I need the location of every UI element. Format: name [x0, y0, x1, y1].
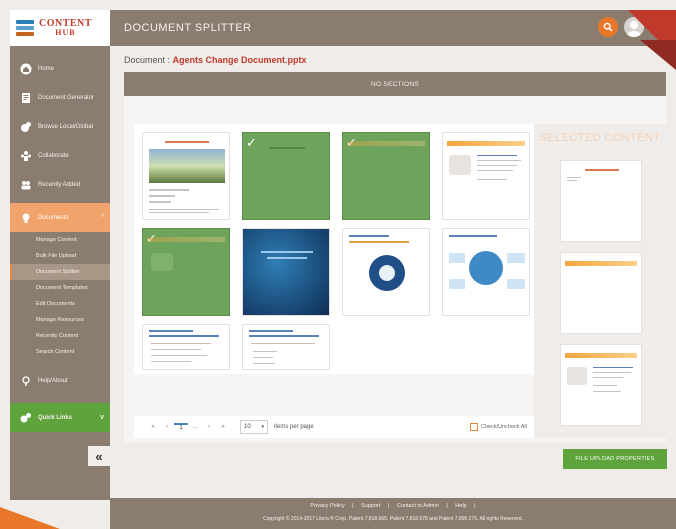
- chevron-down-icon: ▾: [261, 424, 264, 430]
- sidebar-item-help[interactable]: Help/About: [10, 366, 110, 395]
- slides-grid: ✓ ✓ ✓: [134, 124, 534, 374]
- document-icon: [20, 92, 32, 104]
- document-prefix: Document :: [124, 55, 171, 65]
- footer-separator: |: [474, 503, 476, 509]
- first-page-button[interactable]: «: [146, 424, 160, 430]
- selected-content-panel: SELECTED CONTENT: [534, 124, 666, 438]
- top-bar: DOCUMENT SPLITTER: [110, 10, 676, 70]
- sidebar-item-recently-added[interactable]: Recently Added: [10, 170, 110, 199]
- people-icon: [20, 150, 32, 162]
- slide-thumbnail[interactable]: [242, 324, 330, 370]
- support-link[interactable]: Support: [361, 503, 380, 509]
- page-title: DOCUMENT SPLITTER: [124, 22, 252, 34]
- sidebar-item-label: Help/About: [38, 377, 68, 384]
- page-ellipsis: ...: [192, 424, 198, 430]
- sidebar-item-label: Browse Local/Global: [38, 123, 94, 130]
- help-icon: [20, 375, 32, 387]
- splitter-panel: ✓ ✓ ✓ « ‹ 1 ... › » 10 ▾ items per page …: [124, 96, 666, 442]
- prev-page-button[interactable]: ‹: [160, 424, 174, 430]
- submenu-item[interactable]: Search Content: [10, 344, 110, 360]
- slide-thumbnail[interactable]: [142, 132, 230, 220]
- chevron-up-icon: ^: [100, 214, 104, 221]
- next-page-button[interactable]: ›: [202, 424, 216, 430]
- document-line: Document : Agents Change Document.pptx: [124, 55, 307, 65]
- checkbox[interactable]: [470, 423, 478, 431]
- sidebar-item-label: Recently Added: [38, 181, 81, 188]
- sidebar-item-label: Documents: [38, 214, 69, 221]
- per-page-select[interactable]: 10 ▾: [240, 420, 268, 434]
- chevron-down-icon: v: [100, 414, 104, 421]
- file-upload-properties-button[interactable]: FILE UPLOAD PROPERTIES: [563, 449, 667, 469]
- submenu-item[interactable]: Manage Content: [10, 232, 110, 248]
- sections-bar: NO SECTIONS: [124, 72, 666, 96]
- sidebar-item-label: Quick Links: [38, 414, 73, 421]
- sidebar-item-label: Collaborate: [38, 152, 69, 159]
- home-icon: [20, 63, 32, 75]
- sidebar-item-label: Document Generator: [38, 94, 95, 101]
- slide-thumbnail[interactable]: [142, 324, 230, 370]
- slide-thumbnail-selected[interactable]: ✓: [242, 132, 330, 220]
- document-name: Agents Change Document.pptx: [172, 55, 307, 65]
- globe-icon: [20, 121, 32, 133]
- submenu-item[interactable]: Document Templates: [10, 280, 110, 296]
- selected-slide[interactable]: [560, 160, 642, 242]
- slide-thumbnail-selected[interactable]: ✓: [342, 132, 430, 220]
- sidebar-item-documents[interactable]: Documents ^: [10, 203, 110, 232]
- check-all-toggle[interactable]: Check/Uncheck All: [470, 423, 527, 431]
- sidebar-nav: Home Document Generator Browse Local/Glo…: [10, 54, 110, 232]
- check-all-label: Check/Uncheck All: [481, 424, 527, 430]
- submenu-item-current[interactable]: Document Splitter: [10, 264, 110, 280]
- slide-thumbnail[interactable]: [442, 228, 530, 316]
- logo-mark-icon: [16, 19, 34, 37]
- sidebar: CONTENT HUB Home Document Generator Brow…: [10, 10, 110, 500]
- footer-separator: |: [352, 503, 354, 509]
- sidebar-item-quick-links[interactable]: Quick Links v: [10, 403, 110, 432]
- logo-line2: HUB: [55, 28, 76, 37]
- documents-submenu: Manage Content Bulk File Upload Document…: [10, 232, 110, 360]
- selected-slide[interactable]: [560, 252, 642, 334]
- submenu-item[interactable]: Recently Content: [10, 328, 110, 344]
- selected-content-title: SELECTED CONTENT: [539, 132, 661, 144]
- group-icon: [20, 179, 32, 191]
- submenu-item[interactable]: Manage Resources: [10, 312, 110, 328]
- footer-separator: |: [446, 503, 448, 509]
- per-page-value: 10: [244, 424, 251, 430]
- contact-admin-link[interactable]: Contact to Admin: [397, 503, 439, 509]
- footer-separator: |: [387, 503, 390, 509]
- slide-thumbnail[interactable]: [442, 132, 530, 220]
- sidebar-item-browse[interactable]: Browse Local/Global: [10, 112, 110, 141]
- selected-slide[interactable]: [560, 344, 642, 426]
- slide-thumbnail[interactable]: [342, 228, 430, 316]
- submenu-item[interactable]: Bulk File Upload: [10, 248, 110, 264]
- logo[interactable]: CONTENT HUB: [10, 10, 110, 46]
- search-icon: [603, 22, 613, 32]
- search-button[interactable]: [598, 17, 618, 37]
- page-button-current[interactable]: 1: [174, 423, 188, 431]
- submenu-item[interactable]: Edit Documents: [10, 296, 110, 312]
- footer-links: Privacy Policy | Support | Contact to Ad…: [110, 503, 676, 509]
- sidebar-item-home[interactable]: Home: [10, 54, 110, 83]
- sidebar-collapse-button[interactable]: «: [88, 446, 110, 466]
- slide-thumbnail[interactable]: [242, 228, 330, 316]
- lightbulb-icon: [20, 212, 32, 224]
- footer: Privacy Policy | Support | Contact to Ad…: [110, 498, 676, 529]
- links-icon: [20, 412, 32, 424]
- check-icon: ✓: [246, 135, 257, 150]
- orange-corner-decoration: [0, 507, 60, 529]
- sidebar-item-document-generator[interactable]: Document Generator: [10, 83, 110, 112]
- privacy-policy-link[interactable]: Privacy Policy: [310, 503, 344, 509]
- sidebar-item-collaborate[interactable]: Collaborate: [10, 141, 110, 170]
- help-link[interactable]: Help: [455, 503, 466, 509]
- copyright: Copyright © 2014-2017 Litera ® Corp. Pat…: [263, 516, 523, 522]
- pagination: « ‹ 1 ... › » 10 ▾ items per page Check/…: [134, 416, 534, 438]
- logo-line1: CONTENT: [39, 18, 92, 29]
- slide-thumbnail-selected[interactable]: ✓: [142, 228, 230, 316]
- per-page-label: items per page: [274, 424, 314, 430]
- sidebar-item-label: Home: [38, 65, 55, 72]
- last-page-button[interactable]: »: [216, 424, 230, 430]
- corner-ribbon-shadow: [640, 40, 676, 70]
